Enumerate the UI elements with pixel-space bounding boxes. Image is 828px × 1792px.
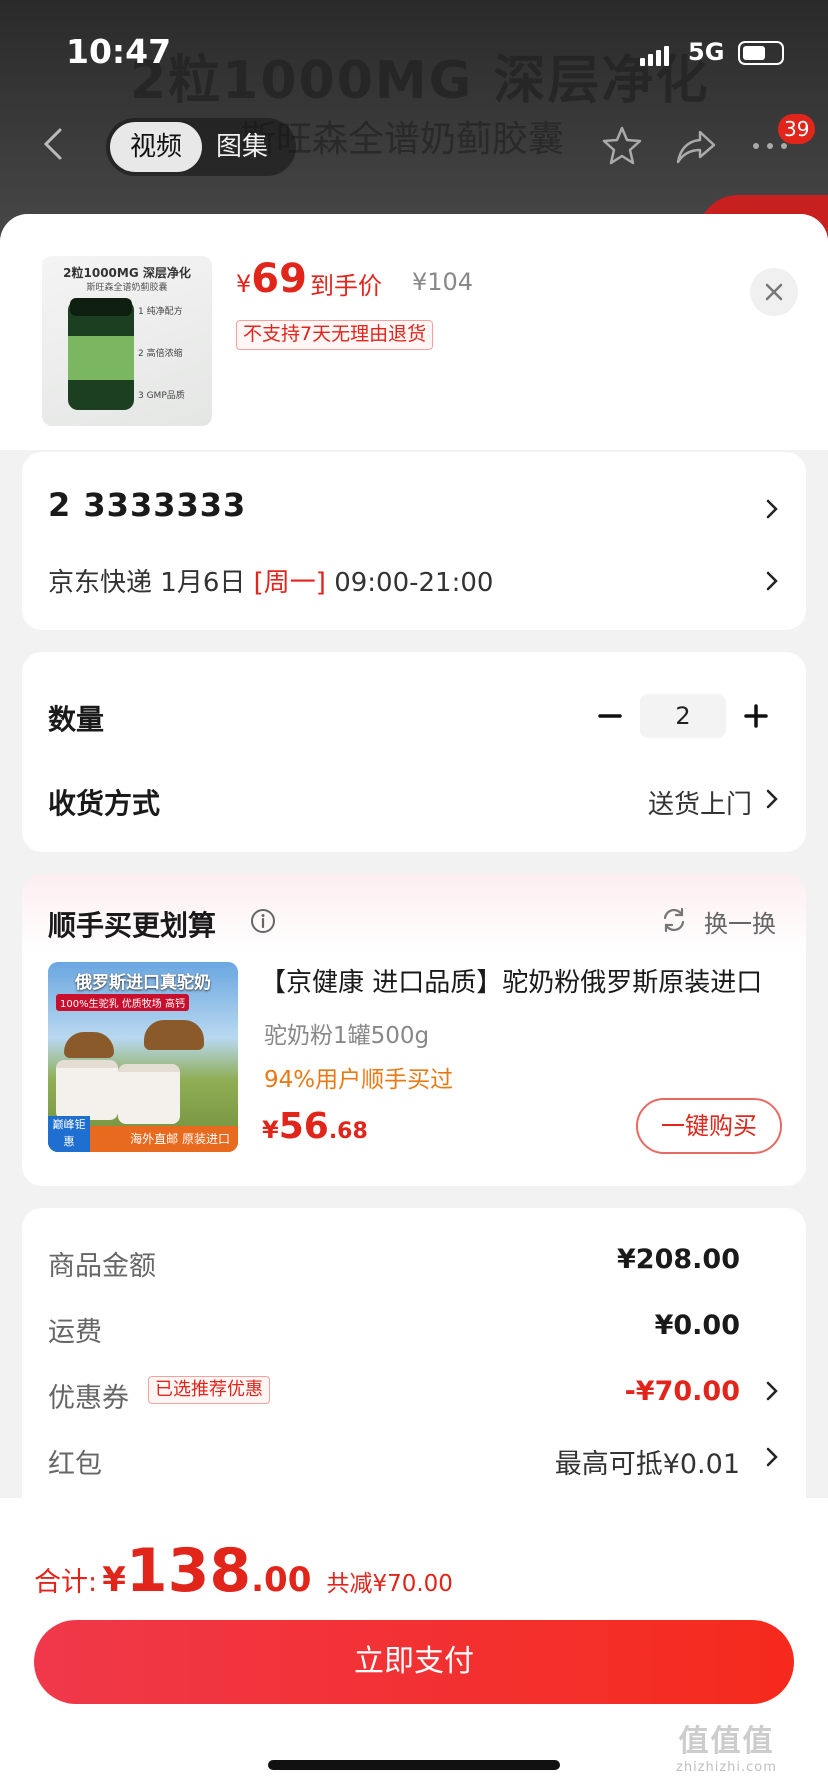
bottle-label [68, 336, 134, 380]
tab-video[interactable]: 视频 [110, 122, 202, 172]
summary-label: 红包 [48, 1449, 102, 1480]
price-dec: .68 [328, 1119, 368, 1144]
no-return-badge: 不支持7天无理由退货 [236, 320, 434, 350]
total-int: 138 [125, 1536, 252, 1606]
chevron-right-icon [766, 499, 778, 519]
total-dec: .00 [251, 1560, 312, 1600]
one-click-buy-button[interactable]: 一键购买 [636, 1098, 782, 1154]
price-int: 56 [278, 1106, 329, 1147]
thumb-feature: 3 GMP品质 [138, 391, 185, 401]
red-packet-value[interactable]: 最高可抵¥0.01 [555, 1442, 740, 1481]
thumb-subtitle: 斯旺森全谱奶蓟胶囊 [86, 283, 168, 293]
address-contact: 2 3333333 [48, 486, 247, 524]
close-icon [765, 283, 783, 301]
chevron-right-icon [766, 1447, 778, 1467]
quantity-stepper[interactable]: 2 [640, 694, 726, 738]
product-thumbnail[interactable]: 2粒1000MG 深层净化 斯旺森全谱奶蓟胶囊 1 纯净配方 2 高倍浓缩 3 … [42, 256, 212, 426]
address-card[interactable]: 2 3333333 京东快递 1月6日 [周一] 09:00-21:00 [22, 452, 806, 630]
delivery-schedule[interactable]: 京东快递 1月6日 [周一] 09:00-21:00 [48, 562, 493, 599]
price-summary-card: 商品金额 ¥208.00 运费 ¥0.00 优惠券 已选推荐优惠 -¥70.00… [22, 1208, 806, 1528]
delivery-time-window: 09:00-21:00 [334, 568, 494, 598]
chevron-right-icon [766, 571, 778, 591]
network-label: 5G [688, 38, 725, 66]
original-price: ¥104 [412, 268, 474, 296]
total-label: 合计: [34, 1567, 98, 1598]
recommended-product-price: ¥56.68 [262, 1106, 368, 1147]
delivery-weekday: [周一] [253, 568, 326, 598]
summary-value: ¥208.00 [617, 1244, 740, 1275]
product-price: ¥69 [236, 256, 307, 302]
milk-tin-image [56, 1060, 118, 1120]
refresh-icon[interactable] [660, 906, 688, 934]
coupon-value[interactable]: -¥70.00 [625, 1376, 740, 1407]
price-symbol: ¥ [236, 270, 252, 298]
battery-icon [738, 41, 784, 65]
media-segment: 视频 图集 [106, 118, 296, 176]
notification-badge: 39 [778, 114, 816, 144]
summary-value: ¥0.00 [654, 1310, 740, 1341]
watermark-logo: 值值值 [678, 1724, 775, 1759]
delivery-method-label: 收货方式 [48, 787, 161, 820]
tab-gallery[interactable]: 图集 [216, 122, 286, 172]
camel-image [64, 1032, 114, 1058]
recommendation-card: 顺手买更划算 换一换 俄罗斯进口真驼奶 100%生驼乳 优质牧场 高钙 海外直邮… [22, 874, 806, 1186]
thumb-feature: 1 纯净配方 [138, 307, 183, 317]
summary-label: 运费 [48, 1317, 102, 1348]
price-value: 69 [251, 256, 307, 302]
swap-button[interactable]: 换一换 [704, 904, 776, 939]
info-icon[interactable] [250, 908, 276, 934]
product-header: 2粒1000MG 深层净化 斯旺森全谱奶蓟胶囊 1 纯净配方 2 高倍浓缩 3 … [0, 214, 828, 450]
total-amount: 合计: ¥138.00 共减¥70.00 [34, 1536, 453, 1606]
delivery-method-value[interactable]: 送货上门 [648, 784, 752, 821]
order-options-card: 数量 2 收货方式 送货上门 [22, 652, 806, 852]
minus-icon[interactable] [592, 698, 628, 734]
rec-image-tags: 100%生驼乳 优质牧场 高钙 [56, 994, 189, 1011]
watermark: 值值值 zhizhizhi.com [676, 1716, 777, 1775]
watermark-text: zhizhizhi.com [676, 1760, 777, 1775]
coupon-tag: 已选推荐优惠 [148, 1376, 270, 1404]
rec-image-badge: 巅峰钜惠 [48, 1116, 90, 1152]
recommended-product-spec: 驼奶粉1罐500g [264, 1023, 430, 1049]
milk-tin-image [118, 1064, 180, 1124]
close-button[interactable] [750, 268, 798, 316]
back-icon[interactable] [36, 126, 72, 162]
camel-image [144, 1020, 204, 1050]
chevron-right-icon [766, 1381, 778, 1401]
recommended-product-name[interactable]: 【京健康 进口品质】驼奶粉俄罗斯原装进口 [260, 962, 780, 999]
status-bar: 10:47 5G [0, 0, 828, 100]
thumb-feature: 2 高倍浓缩 [138, 349, 183, 359]
summary-label: 商品金额 [48, 1251, 156, 1282]
pay-now-button[interactable]: 立即支付 [34, 1620, 794, 1704]
recommended-product-bought: 94%用户顺手买过 [264, 1067, 454, 1093]
recommended-product-image[interactable]: 俄罗斯进口真驼奶 100%生驼乳 优质牧场 高钙 海外直邮 原装进口 巅峰钜惠 [48, 962, 238, 1152]
thumb-title: 2粒1000MG 深层净化 [63, 266, 191, 280]
plus-icon[interactable] [738, 698, 774, 734]
status-time: 10:47 [66, 32, 172, 71]
rec-image-title: 俄罗斯进口真驼奶 [75, 973, 211, 993]
delivery-date: 1月6日 [160, 568, 246, 598]
chevron-right-icon [766, 789, 778, 809]
quantity-label: 数量 [48, 703, 105, 736]
share-icon[interactable] [674, 124, 718, 168]
total-savings: 共减¥70.00 [326, 1571, 453, 1597]
courier-name: 京东快递 [48, 568, 153, 598]
total-symbol: ¥ [102, 1560, 126, 1600]
signal-icon [640, 44, 670, 66]
price-symbol: ¥ [262, 1116, 279, 1144]
bottle-cap [70, 298, 132, 316]
recommendation-title: 顺手买更划算 [48, 909, 217, 942]
star-icon[interactable] [600, 124, 644, 168]
summary-label: 优惠券 [48, 1383, 129, 1414]
home-indicator [268, 1760, 560, 1770]
checkout-footer: 合计: ¥138.00 共减¥70.00 立即支付 值值值 zhizhizhi.… [0, 1498, 828, 1792]
price-tag: 到手价 [310, 272, 382, 300]
